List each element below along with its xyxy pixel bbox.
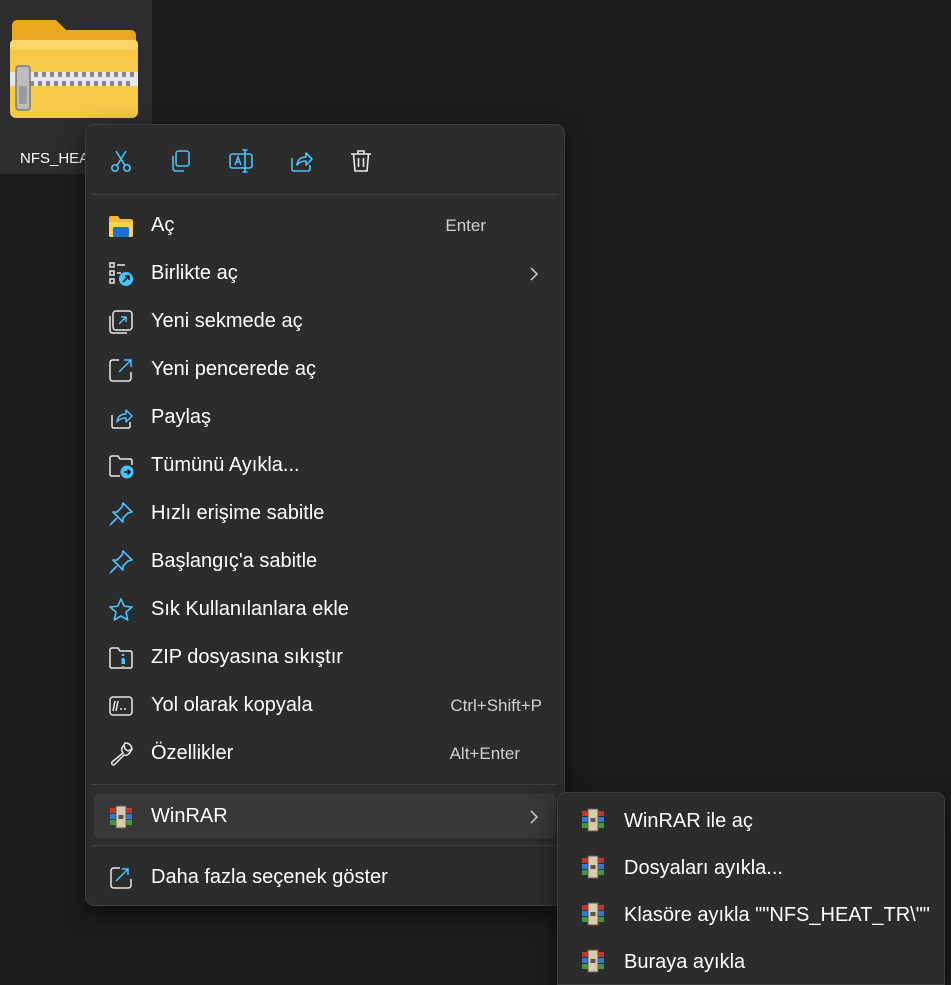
menu-item-label: Paylaş (151, 406, 212, 428)
menu-item-label: Daha fazla seçenek göster (151, 866, 388, 888)
menu-item-label: Özellikler (151, 742, 234, 764)
menu-item-new-tab[interactable]: Yeni sekmede aç (94, 299, 556, 343)
star-icon (108, 597, 134, 623)
wrench-icon (108, 741, 134, 767)
submenu-item-open-with-winrar[interactable]: WinRAR ile aç (566, 797, 936, 841)
share-icon (291, 152, 313, 172)
copy-button[interactable] (163, 143, 199, 179)
menu-item-open[interactable]: Aç Enter (94, 203, 556, 247)
menu-item-label: Aç (151, 214, 175, 236)
separator (92, 845, 558, 846)
extract-all-icon (108, 453, 134, 479)
delete-icon (351, 150, 371, 172)
submenu-item-extract-here[interactable]: Buraya ayıkla (566, 938, 936, 982)
rename-icon (229, 149, 253, 173)
open-with-icon (108, 261, 134, 287)
menu-item-compress-zip[interactable]: ZIP dosyasına sıkıştır (94, 635, 556, 679)
menu-item-label: Birlikte aç (151, 262, 238, 284)
pin-icon (108, 501, 134, 527)
winrar-icon (108, 804, 134, 830)
shortcut-text: Alt+Enter (449, 744, 520, 763)
menu-item-new-window[interactable]: Yeni pencerede aç (94, 347, 556, 391)
menu-item-label: WinRAR (151, 805, 228, 827)
delete-button[interactable] (343, 143, 379, 179)
more-options-icon (108, 865, 134, 891)
zip-icon (108, 645, 134, 671)
menu-item-extract-all[interactable]: Tümünü Ayıkla... (94, 443, 556, 487)
copy-path-icon (108, 693, 134, 719)
file-name-label: NFS_HEA (20, 150, 90, 167)
winrar-icon (580, 807, 606, 833)
menu-item-pin-start[interactable]: Başlangıç'a sabitle (94, 539, 556, 583)
copy-icon (172, 150, 190, 172)
winrar-icon (580, 854, 606, 880)
menu-item-winrar[interactable]: WinRAR (94, 794, 556, 838)
submenu-item-extract-to-folder[interactable]: Klasöre ayıkla ""NFS_HEAT_TR\"" (566, 891, 936, 935)
menu-item-more-options[interactable]: Daha fazla seçenek göster (94, 855, 556, 899)
submenu-item-label: Klasöre ayıkla ""NFS_HEAT_TR\"" (624, 904, 930, 926)
separator (92, 784, 558, 785)
cut-icon (110, 150, 132, 172)
context-menu: Aç Enter Birlikte aç Yeni sekmede aç Yen… (85, 124, 565, 906)
share-button[interactable] (283, 143, 319, 179)
chevron-right-icon (530, 267, 539, 281)
menu-item-label: Yeni pencerede aç (151, 358, 316, 380)
new-tab-icon (108, 309, 134, 335)
winrar-icon (580, 901, 606, 927)
folder-open-icon (108, 213, 134, 239)
share-icon (108, 405, 134, 431)
new-window-icon (108, 357, 134, 383)
menu-item-share[interactable]: Paylaş (94, 395, 556, 439)
context-toolbar (86, 125, 564, 195)
menu-item-label: Tümünü Ayıkla... (151, 454, 300, 476)
rename-button[interactable] (223, 143, 259, 179)
menu-item-label: Yeni sekmede aç (151, 310, 303, 332)
menu-item-properties[interactable]: Özellikler Alt+Enter (94, 731, 556, 775)
submenu-item-label: WinRAR ile aç (624, 810, 753, 832)
zip-folder-icon (10, 20, 138, 118)
menu-item-copy-path[interactable]: Yol olarak kopyala Ctrl+Shift+P (94, 683, 556, 727)
menu-item-label: Hızlı erişime sabitle (151, 502, 325, 524)
menu-item-open-with[interactable]: Birlikte aç (94, 251, 556, 295)
winrar-icon (580, 948, 606, 974)
menu-item-add-favorites[interactable]: Sık Kullanılanlara ekle (94, 587, 556, 631)
pin-icon (108, 549, 134, 575)
shortcut-text: Enter (445, 216, 486, 235)
menu-item-label: Başlangıç'a sabitle (151, 550, 318, 572)
submenu-item-extract-files[interactable]: Dosyaları ayıkla... (566, 844, 936, 888)
cut-button[interactable] (103, 143, 139, 179)
menu-item-label: Sık Kullanılanlara ekle (151, 598, 349, 620)
menu-item-label: Yol olarak kopyala (151, 694, 313, 716)
menu-item-label: ZIP dosyasına sıkıştır (151, 646, 343, 668)
menu-item-pin-quick-access[interactable]: Hızlı erişime sabitle (94, 491, 556, 535)
submenu-item-label: Buraya ayıkla (624, 951, 746, 973)
submenu-item-label: Dosyaları ayıkla... (624, 857, 783, 879)
chevron-right-icon (530, 810, 539, 824)
shortcut-text: Ctrl+Shift+P (450, 696, 542, 715)
separator (92, 194, 558, 195)
winrar-submenu: WinRAR ile aç Dosyaları ayıkla... Klasör… (557, 792, 945, 985)
